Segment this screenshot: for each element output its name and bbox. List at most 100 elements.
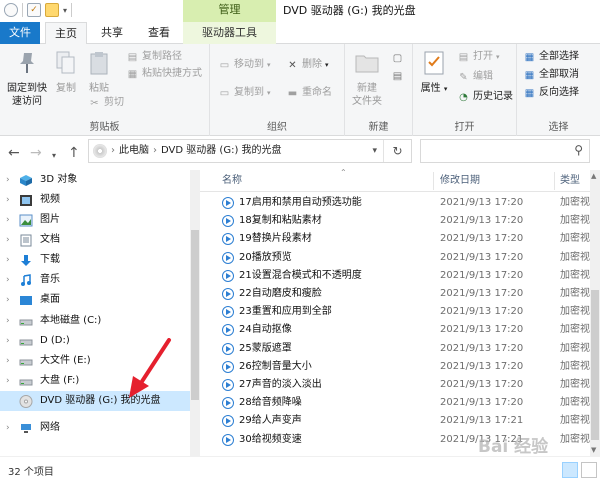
nav-item[interactable]: › 3D 对象 — [0, 170, 200, 190]
easy-access-button[interactable]: ▤ — [391, 70, 404, 83]
expand-chevron-icon[interactable]: › — [6, 170, 18, 190]
move-to-button[interactable]: ▭ 移动到 ▾ — [218, 58, 271, 72]
file-row[interactable]: 25蒙版遮罩 2021/9/13 17:20 加密视 — [200, 340, 590, 358]
qat-dropdown-icon[interactable]: ▾ — [63, 6, 67, 15]
file-row[interactable]: 29给人声变声 2021/9/13 17:21 加密视 — [200, 412, 590, 430]
expand-chevron-icon[interactable]: › — [6, 290, 18, 310]
edit-icon: ✎ — [459, 71, 468, 83]
column-type-header[interactable]: 类型 — [560, 170, 580, 192]
expand-chevron-icon[interactable]: › — [6, 371, 18, 391]
open-button[interactable]: ▤ 打开 ▾ — [457, 50, 500, 64]
copy-to-dropdown-icon: ▾ — [267, 89, 271, 97]
file-row[interactable]: 23重置和应用到全部 2021/9/13 17:20 加密视 — [200, 303, 590, 321]
select-all-button[interactable]: ▦ 全部选择 — [523, 50, 579, 64]
recent-dropdown-icon[interactable]: ▾ — [52, 148, 56, 164]
nav-scrollbar[interactable] — [190, 170, 200, 456]
tab-file[interactable]: 文件 — [0, 22, 40, 44]
copy-to-button[interactable]: ▭ 复制到 ▾ — [218, 86, 271, 100]
column-date-header[interactable]: 修改日期 — [440, 170, 480, 192]
expand-chevron-icon[interactable]: › — [6, 230, 18, 250]
expand-chevron-icon[interactable]: › — [6, 418, 18, 438]
breadcrumb-chevron-icon[interactable]: › — [111, 140, 115, 162]
new-item-button[interactable]: ▢ — [391, 52, 404, 65]
column-name-header[interactable]: 名称 — [222, 170, 242, 192]
new-folder-icon[interactable] — [45, 3, 59, 17]
file-row[interactable]: 17启用和禁用自动预选功能 2021/9/13 17:20 加密视 — [200, 194, 590, 212]
search-box[interactable]: ⚲ — [420, 139, 590, 163]
organize-group-label: 组织 — [267, 122, 287, 133]
column-separator[interactable] — [554, 172, 555, 190]
qat-separator — [22, 3, 23, 17]
file-list-scrollbar[interactable]: ▲ ▼ — [590, 170, 600, 456]
nav-item[interactable]: › 音乐 — [0, 270, 200, 290]
pin-to-quick-access-button[interactable]: 固定到快 速访问 — [4, 50, 50, 108]
breadcrumb-this-pc[interactable]: 此电脑 — [119, 140, 149, 162]
tab-share[interactable]: 共享 — [92, 22, 132, 44]
file-row[interactable]: 20播放预览 2021/9/13 17:20 加密视 — [200, 249, 590, 267]
expand-chevron-icon[interactable]: › — [6, 210, 18, 230]
expand-chevron-icon[interactable]: › — [6, 190, 18, 210]
forward-arrow-icon[interactable]: → — [30, 145, 42, 161]
nav-item[interactable]: › 文档 — [0, 230, 200, 250]
details-view-icon[interactable] — [562, 462, 578, 478]
large-icons-view-icon[interactable] — [581, 462, 597, 478]
file-row[interactable]: 19替换片段素材 2021/9/13 17:20 加密视 — [200, 230, 590, 248]
file-row[interactable]: 28给音频降噪 2021/9/13 17:20 加密视 — [200, 394, 590, 412]
dvd-icon — [18, 394, 34, 408]
app-icon[interactable] — [4, 3, 18, 17]
properties-check-icon[interactable]: ✓ — [27, 3, 41, 17]
breadcrumb-chevron-icon[interactable]: › — [153, 140, 157, 162]
nav-item[interactable]: › 下载 — [0, 250, 200, 270]
expand-chevron-icon[interactable]: › — [6, 311, 18, 331]
file-row[interactable]: 22自动磨皮和瘦脸 2021/9/13 17:20 加密视 — [200, 285, 590, 303]
file-list-scrollbar-thumb[interactable] — [591, 290, 599, 440]
copy-button[interactable]: 复制 — [52, 50, 80, 95]
scroll-down-icon[interactable]: ▼ — [591, 446, 596, 454]
nav-item[interactable]: › 视频 — [0, 190, 200, 210]
paste-shortcut-button[interactable]: ▦ 粘贴快捷方式 — [126, 67, 202, 81]
file-list: ⌃ 名称 修改日期 类型 17启用和禁用自动预选功能 2021/9/13 17:2… — [200, 168, 600, 456]
search-icon[interactable]: ⚲ — [574, 143, 583, 157]
scroll-up-icon[interactable]: ▲ — [591, 172, 596, 180]
new-folder-button[interactable]: 新建 文件夹 — [347, 50, 387, 108]
cut-button[interactable]: ✂ 剪切 — [88, 96, 124, 110]
expand-chevron-icon[interactable]: › — [6, 351, 18, 371]
up-arrow-icon[interactable]: ↑ — [68, 145, 80, 161]
breadcrumb-dvd-drive[interactable]: DVD 驱动器 (G:) 我的光盘 — [161, 140, 282, 162]
properties-button[interactable]: 属性 ▾ — [417, 50, 451, 96]
history-button[interactable]: ◔ 历史记录 — [457, 90, 513, 104]
address-bar[interactable]: › 此电脑 › DVD 驱动器 (G:) 我的光盘 ▾ ↻ — [88, 139, 412, 163]
tab-home[interactable]: 主页 — [45, 22, 87, 45]
search-input[interactable] — [425, 140, 565, 162]
expand-chevron-icon[interactable]: › — [6, 270, 18, 290]
paste-button[interactable]: 粘贴 — [84, 50, 114, 95]
nav-item[interactable]: › 桌面 — [0, 290, 200, 310]
file-row[interactable]: 27声音的淡入淡出 2021/9/13 17:20 加密视 — [200, 376, 590, 394]
nav-scrollbar-thumb[interactable] — [191, 230, 199, 400]
file-row[interactable]: 21设置混合模式和不透明度 2021/9/13 17:20 加密视 — [200, 267, 590, 285]
edit-button[interactable]: ✎ 编辑 — [457, 70, 493, 84]
tab-view[interactable]: 查看 — [137, 22, 181, 44]
expand-chevron-icon[interactable]: › — [6, 250, 18, 270]
item-count: 32 个项目 — [8, 467, 54, 478]
tab-drive-tools[interactable]: 驱动器工具 — [183, 22, 276, 44]
nav-item[interactable]: › 本地磁盘 (C:) — [0, 311, 200, 331]
nav-item[interactable]: › 网络 — [0, 418, 200, 438]
manage-context-tab[interactable]: 管理 — [183, 0, 276, 22]
invert-selection-button[interactable]: ▦ 反向选择 — [523, 86, 579, 100]
delete-button[interactable]: ✕ 删除 ▾ — [286, 58, 328, 72]
back-arrow-icon[interactable]: ← — [8, 145, 20, 161]
expand-chevron-icon[interactable]: › — [6, 331, 18, 351]
address-dropdown-icon[interactable]: ▾ — [372, 140, 377, 162]
ribbon: 固定到快 速访问 复制 粘贴 ▤ 复制路径 ▦ 粘贴快捷方式 ✂ 剪切 剪贴板 — [0, 44, 600, 136]
file-row[interactable]: 18复制和粘贴素材 2021/9/13 17:20 加密视 — [200, 212, 590, 230]
navigation-pane: › 3D 对象 › 视频 › 图片 › 文档 › 下载 › 音乐 › 桌面 › 本地磁盘 (C:) › D (D:… — [0, 170, 200, 456]
select-none-button[interactable]: ▦ 全部取消 — [523, 68, 579, 82]
column-separator[interactable] — [433, 172, 434, 190]
copy-path-button[interactable]: ▤ 复制路径 — [126, 50, 182, 64]
file-row[interactable]: 26控制音量大小 2021/9/13 17:20 加密视 — [200, 358, 590, 376]
refresh-icon[interactable]: ↻ — [383, 140, 411, 162]
rename-button[interactable]: ▬ 重命名 — [286, 86, 332, 100]
file-row[interactable]: 24自动抠像 2021/9/13 17:20 加密视 — [200, 321, 590, 339]
nav-item[interactable]: › 图片 — [0, 210, 200, 230]
